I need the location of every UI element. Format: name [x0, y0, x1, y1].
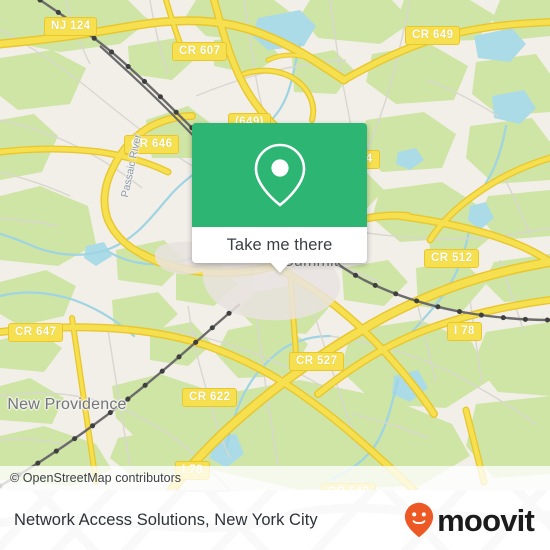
road-shield: CR 622 [182, 388, 238, 407]
road-shield: I 78 [447, 322, 482, 341]
popup-pointer-tail [269, 262, 290, 273]
footer-bar: Network Access Solutions, New York City … [0, 490, 550, 550]
popup-header [192, 123, 367, 227]
moovit-wordmark: moovit [437, 502, 535, 538]
footer-content: Network Access Solutions, New York City … [0, 490, 550, 550]
popup-footer[interactable]: Take me there [192, 227, 367, 273]
take-me-there-label: Take me there [226, 235, 333, 254]
road-shield: CR 512 [424, 249, 480, 268]
map-pin-icon [254, 143, 305, 207]
moovit-logo[interactable]: moovit [404, 502, 535, 538]
osm-attribution-text[interactable]: © OpenStreetMap contributors [0, 471, 181, 485]
page-title: Network Access Solutions, New York City [14, 510, 318, 529]
place-label-new-providence: New Providence [7, 396, 127, 413]
road-shield: CR 527 [289, 352, 345, 371]
road-shield: CR 649 [405, 26, 461, 45]
road-shield: NJ 124 [44, 17, 98, 36]
road-shield: CR 647 [8, 323, 64, 342]
map-attribution-bar: © OpenStreetMap contributors [0, 466, 550, 490]
road-shield: CR 607 [172, 42, 228, 61]
map-canvas[interactable]: NJ 124 CR 607 CR 649 (649) CR 646 24 CR … [0, 0, 550, 490]
screenshot-root: NJ 124 CR 607 CR 649 (649) CR 646 24 CR … [0, 0, 550, 550]
location-popup-card[interactable]: Take me there [192, 123, 367, 273]
moovit-smiley-pin-icon [405, 502, 434, 538]
